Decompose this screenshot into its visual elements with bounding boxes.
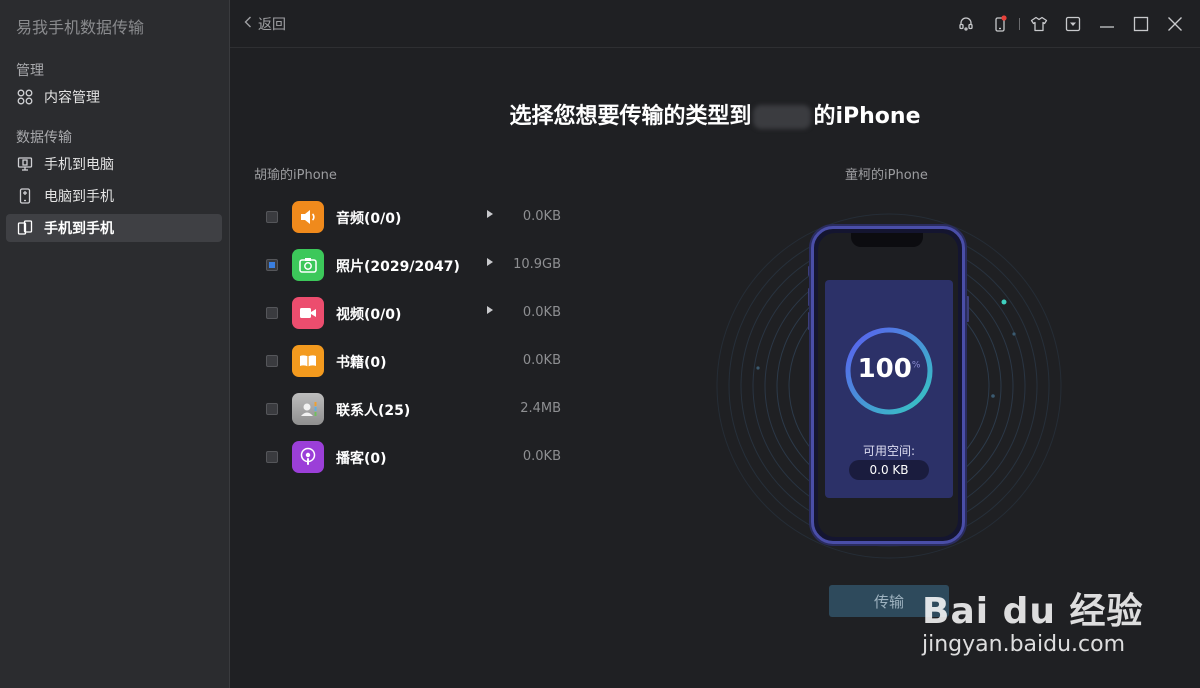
video-icon (292, 297, 324, 329)
section-transfer-label: 数据传输 (16, 130, 72, 146)
category-label: 播客(0) (336, 451, 387, 467)
baidu-watermark: Bai du 经验 (922, 591, 1144, 632)
sidebar-item-content-manage[interactable]: 内容管理 (6, 83, 222, 111)
device-notification-icon[interactable] (983, 0, 1017, 47)
checkbox[interactable] (266, 211, 278, 223)
category-label: 书籍(0) (336, 355, 387, 371)
category-label: 联系人(25) (336, 403, 411, 419)
back-label: 返回 (258, 17, 286, 33)
window-controls (949, 0, 1200, 47)
page-title: 选择您想要传输的类型到 的iPhone (230, 98, 1200, 130)
title-prefix: 选择您想要传输的类型到 (509, 104, 752, 129)
checkbox[interactable] (266, 259, 278, 271)
podcast-icon (292, 441, 324, 473)
source-device-label: 胡瑜的iPhone (254, 168, 337, 183)
category-size: 2.4MB (520, 401, 561, 416)
checkbox[interactable] (266, 403, 278, 415)
category-size: 10.9GB (513, 257, 561, 272)
contacts-icon (292, 393, 324, 425)
available-space-label: 可用空间: (862, 444, 916, 458)
category-size: 0.0KB (522, 353, 561, 368)
phone-side-button (966, 296, 969, 322)
category-row-contacts[interactable]: 联系人(25) 2.4MB (266, 393, 566, 427)
phone-notch (851, 233, 923, 247)
sidebar: 易我手机数据传输 管理 内容管理 数据传输 手机到电脑 电脑到手机 手机到手机 (0, 0, 230, 688)
phone-to-phone-icon (16, 219, 34, 237)
percent-sign: % (911, 360, 921, 371)
checkbox[interactable] (266, 307, 278, 319)
category-label: 照片(2029/2047) (336, 259, 460, 275)
category-size: 0.0KB (522, 449, 561, 464)
close-icon[interactable] (1158, 0, 1192, 47)
category-row-books[interactable]: 书籍(0) 0.0KB (266, 345, 566, 379)
support-icon[interactable] (949, 0, 983, 47)
redacted-name (753, 105, 812, 129)
percent-value: 100 (857, 354, 912, 384)
expand-arrow-icon[interactable] (487, 306, 493, 314)
audio-icon (292, 201, 324, 233)
menu-dropdown-icon[interactable] (1056, 0, 1090, 47)
storage-percent: 100% (843, 354, 935, 384)
category-row-podcasts[interactable]: 播客(0) 0.0KB (266, 441, 566, 475)
checkbox[interactable] (266, 451, 278, 463)
book-icon (292, 345, 324, 377)
pc-to-phone-icon (16, 187, 34, 205)
camera-icon (292, 249, 324, 281)
sidebar-item-label: 手机到手机 (44, 221, 114, 237)
available-space-value: 0.0 KB (849, 460, 929, 480)
expand-arrow-icon[interactable] (487, 210, 493, 218)
category-row-audio[interactable]: 音频(0/0) 0.0KB (266, 201, 566, 235)
minimize-icon[interactable] (1090, 0, 1124, 47)
category-row-video[interactable]: 视频(0/0) 0.0KB (266, 297, 566, 331)
sidebar-item-phone-to-phone[interactable]: 手机到手机 (6, 214, 222, 242)
title-suffix: 的iPhone (813, 104, 921, 129)
category-label: 视频(0/0) (336, 307, 402, 323)
sidebar-item-phone-to-pc[interactable]: 手机到电脑 (6, 150, 222, 178)
sidebar-item-label: 内容管理 (44, 90, 100, 106)
baidu-watermark-url: jingyan.baidu.com (922, 632, 1126, 657)
skin-icon[interactable] (1022, 0, 1056, 47)
sidebar-item-pc-to-phone[interactable]: 电脑到手机 (6, 182, 222, 210)
category-label: 音频(0/0) (336, 211, 402, 227)
grid-icon (16, 88, 34, 106)
phone-to-pc-icon (16, 155, 34, 173)
back-button[interactable]: 返回 (244, 14, 286, 34)
app-title: 易我手机数据传输 (16, 18, 145, 37)
sidebar-item-label: 电脑到手机 (44, 189, 114, 205)
target-device-label: 童柯的iPhone (845, 168, 928, 183)
category-row-photos[interactable]: 照片(2029/2047) 10.9GB (266, 249, 566, 283)
maximize-icon[interactable] (1124, 0, 1158, 47)
category-size: 0.0KB (522, 209, 561, 224)
toolbar-divider (1019, 17, 1020, 30)
topbar: 返回 (230, 0, 1200, 48)
expand-arrow-icon[interactable] (487, 258, 493, 266)
checkbox[interactable] (266, 355, 278, 367)
sidebar-item-label: 手机到电脑 (44, 157, 114, 173)
category-size: 0.0KB (522, 305, 561, 320)
chevron-left-icon (244, 16, 252, 32)
section-manage-label: 管理 (16, 63, 44, 79)
